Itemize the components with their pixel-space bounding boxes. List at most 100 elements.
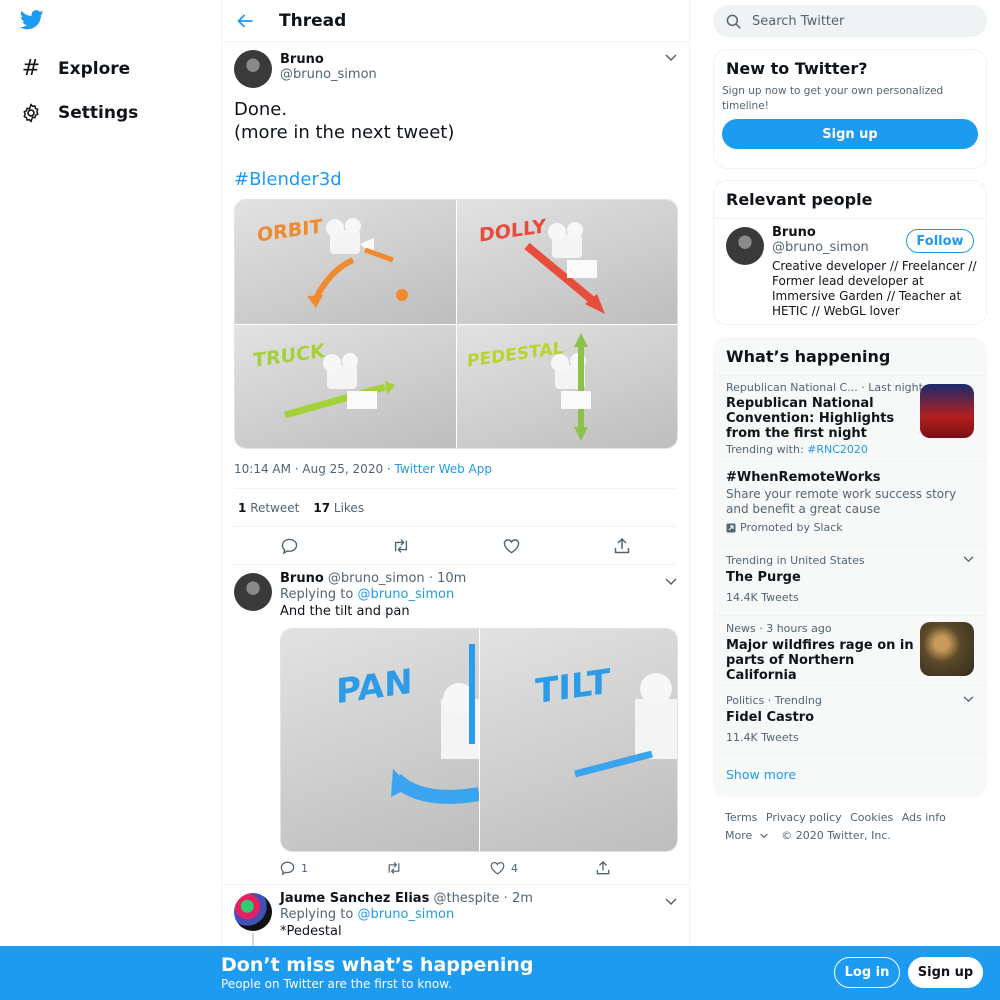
tweet-timestamp[interactable]: 10:14 AM · Aug 25, 2020 · <box>234 462 395 476</box>
trend-item[interactable]: #WhenRemoteWorks Share your remote work … <box>714 461 986 545</box>
chevron-down-icon[interactable] <box>963 696 974 703</box>
likes-stat[interactable]: 17 Likes <box>313 501 364 515</box>
media-image-tilt[interactable]: TILT <box>480 629 677 851</box>
retweet-icon <box>392 538 410 554</box>
footer-link-privacy[interactable]: Privacy policy <box>766 811 842 824</box>
trend-item[interactable]: News · 3 hours ago Major wildfires rage … <box>714 615 986 685</box>
tweet-time[interactable]: · 10m <box>425 571 466 586</box>
trend-count: 11.4K Tweets <box>726 731 799 744</box>
sign-up-button[interactable]: Sign up <box>722 119 978 149</box>
chevron-down-icon[interactable] <box>665 898 677 906</box>
trend-item[interactable]: Politics · Trending Fidel Castro 11.4K T… <box>714 685 986 753</box>
trend-description: Share your remote work success story and… <box>726 487 957 516</box>
like-button[interactable]: 4 <box>490 861 596 875</box>
panel-title: Relevant people <box>714 181 986 219</box>
search-icon <box>726 14 741 29</box>
likes-label: Likes <box>333 500 365 515</box>
media-image-dolly[interactable]: DOLLY <box>457 200 677 324</box>
footer-link-cookies[interactable]: Cookies <box>850 811 893 824</box>
tweet-text: And the tilt and pan <box>280 604 410 619</box>
like-button[interactable] <box>503 538 520 554</box>
tweet-time[interactable]: · 2m <box>500 891 533 906</box>
log-in-button[interactable]: Log in <box>834 957 900 988</box>
avatar[interactable] <box>726 227 764 265</box>
panel-title: New to Twitter? <box>726 59 868 78</box>
trend-title: The Purge <box>726 570 801 585</box>
panel-title: What’s happening <box>726 347 891 366</box>
tweet-stats: 1 Retweet 17 Likes <box>234 489 677 527</box>
promoted-icon <box>726 523 736 533</box>
tweet-media-grid[interactable]: ORBIT DOLLY TRUCK PEDESTAL <box>234 199 678 449</box>
hashtag-icon: # <box>21 56 41 81</box>
nav-explore[interactable]: # Explore <box>20 56 130 81</box>
reply-actions: 1 4 <box>280 860 678 876</box>
share-icon <box>614 537 630 554</box>
author-name[interactable]: Jaume Sanchez Elias <box>280 891 429 906</box>
reply-count: 1 <box>301 861 308 875</box>
nav-settings[interactable]: Settings <box>20 102 138 124</box>
replying-to-link[interactable]: @bruno_simon <box>357 587 454 602</box>
avatar[interactable] <box>234 893 272 931</box>
tweet-media-grid[interactable]: PAN TILT <box>280 628 678 852</box>
trend-title: Major wildfires rage on in parts of Nort… <box>726 638 914 683</box>
retweet-button[interactable] <box>392 538 410 554</box>
back-button[interactable] <box>222 1 268 41</box>
author-name[interactable]: Bruno <box>280 52 377 67</box>
footer-link-ads[interactable]: Ads info <box>902 811 946 824</box>
thread-header: Thread <box>222 0 689 42</box>
media-image-truck[interactable]: TRUCK <box>235 325 456 448</box>
footer-more-label: More <box>725 829 753 842</box>
reply-button[interactable] <box>281 538 298 554</box>
search-input[interactable] <box>752 13 952 29</box>
sign-up-button[interactable]: Sign up <box>908 957 983 988</box>
hashtag-link[interactable]: #Blender3d <box>234 168 677 191</box>
search-box[interactable] <box>713 5 987 37</box>
show-more-link[interactable]: Show more <box>714 753 986 791</box>
avatar[interactable] <box>234 50 272 88</box>
arrow-left-icon <box>237 14 253 28</box>
show-more-label: Show more <box>726 767 797 782</box>
media-image-pedestal[interactable]: PEDESTAL <box>457 325 677 448</box>
footer-more[interactable]: More <box>725 829 773 842</box>
trend-hashtag-link[interactable]: #RNC2020 <box>807 443 868 456</box>
share-button[interactable] <box>614 537 630 554</box>
chevron-down-icon[interactable] <box>963 556 974 563</box>
share-icon <box>596 861 610 875</box>
footer-link-terms[interactable]: Terms <box>725 811 757 824</box>
whats-happening-panel: What’s happening Republican National C..… <box>713 337 987 797</box>
trend-count: 14.4K Tweets <box>726 591 799 604</box>
share-button[interactable] <box>596 861 610 875</box>
chevron-down-icon[interactable] <box>665 54 677 62</box>
tweet-source-link[interactable]: Twitter Web App <box>395 462 492 476</box>
author-handle[interactable]: @thespite <box>433 891 499 906</box>
avatar[interactable] <box>234 573 272 611</box>
media-image-orbit[interactable]: ORBIT <box>235 200 456 324</box>
person-card[interactable]: Bruno @bruno_simon Follow Creative devel… <box>714 219 986 324</box>
retweets-count: 1 <box>238 500 247 515</box>
replying-to-prefix: Replying to <box>280 587 358 602</box>
trend-item[interactable]: Republican National C... · Last night Re… <box>714 375 986 461</box>
tweet-text-line: Done. <box>234 99 288 120</box>
person-name[interactable]: Bruno <box>772 225 869 240</box>
author-handle[interactable]: @bruno_simon <box>328 571 425 586</box>
reply-button[interactable]: 1 <box>280 861 386 875</box>
follow-button[interactable]: Follow <box>906 229 974 253</box>
twitter-logo-icon[interactable] <box>20 9 44 31</box>
trend-meta: Politics · Trending <box>726 694 822 707</box>
banner-subtitle: People on Twitter are the first to know. <box>221 977 452 991</box>
media-image-pan[interactable]: PAN <box>281 629 479 851</box>
trend-title: Fidel Castro <box>726 710 815 725</box>
author-name[interactable]: Bruno <box>280 571 324 586</box>
reply-icon <box>280 861 295 875</box>
author-handle[interactable]: @bruno_simon <box>280 67 377 82</box>
reply-tweet[interactable]: Bruno @bruno_simon · 10m Replying to @br… <box>222 565 689 885</box>
chevron-down-icon <box>760 833 769 839</box>
banner-title: Don’t miss what’s happening <box>221 954 534 976</box>
person-handle[interactable]: @bruno_simon <box>772 240 869 255</box>
retweets-stat[interactable]: 1 Retweet <box>238 501 299 515</box>
reply-icon <box>281 538 298 554</box>
replying-to-link[interactable]: @bruno_simon <box>357 907 454 922</box>
trend-item[interactable]: Trending in United States The Purge 14.4… <box>714 545 986 615</box>
retweet-button[interactable] <box>386 861 490 875</box>
page-title: Thread <box>279 10 347 31</box>
